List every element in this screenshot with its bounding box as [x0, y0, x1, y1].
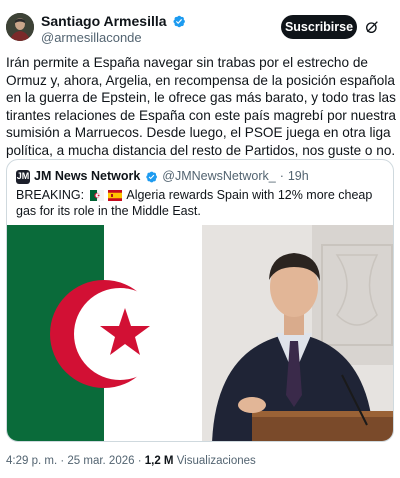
tweet-meta: 4:29 p. m. · 25 mar. 2026 · 1,2 M Visual…: [6, 454, 256, 468]
author-name[interactable]: Santiago Armesilla: [41, 13, 167, 30]
meta-separator-2: ·: [137, 455, 145, 467]
author-avatar[interactable]: [6, 13, 34, 41]
tweet-date[interactable]: 25 mar. 2026: [67, 455, 134, 467]
speaker-photo[interactable]: [202, 225, 393, 441]
spain-flag-icon: [107, 190, 122, 201]
author-handle[interactable]: @armesillaconde: [41, 30, 142, 45]
verified-badge-icon: [172, 15, 185, 28]
jm-news-logo-icon[interactable]: JM: [16, 169, 30, 184]
tweet-text: Irán permite a España navegar sin trabas…: [6, 55, 396, 158]
breaking-label: BREAKING:: [16, 188, 85, 202]
algeria-flag-icon: [89, 190, 104, 201]
verified-badge-icon: [146, 171, 158, 182]
tweet-header: Santiago Armesilla @armesillaconde Suscr…: [0, 0, 400, 50]
quoted-author-handle[interactable]: @JMNewsNetwork_: [162, 169, 275, 184]
quoted-author-name[interactable]: JM News Network: [34, 169, 140, 184]
algeria-flag-image[interactable]: [7, 225, 200, 441]
quoted-timestamp[interactable]: 19h: [288, 169, 309, 184]
quoted-tweet-header: JM JM News Network @JMNewsNetwork_ · 19h: [16, 169, 309, 184]
quoted-tweet-text: BREAKING: Algeria rewards Spain with 12%…: [16, 187, 388, 219]
separator-dot: ·: [279, 169, 284, 183]
tweet-time[interactable]: 4:29 p. m.: [6, 455, 57, 467]
meta-separator: ·: [57, 455, 68, 467]
quoted-tweet[interactable]: JM JM News Network @JMNewsNetwork_ · 19h…: [6, 159, 394, 442]
grok-icon[interactable]: [364, 19, 380, 35]
subscribe-button[interactable]: Suscribirse: [281, 15, 357, 39]
views-label: Visualizaciones: [176, 455, 256, 467]
views-count: 1,2 M: [144, 455, 174, 467]
author-name-row[interactable]: Santiago Armesilla: [41, 13, 186, 30]
